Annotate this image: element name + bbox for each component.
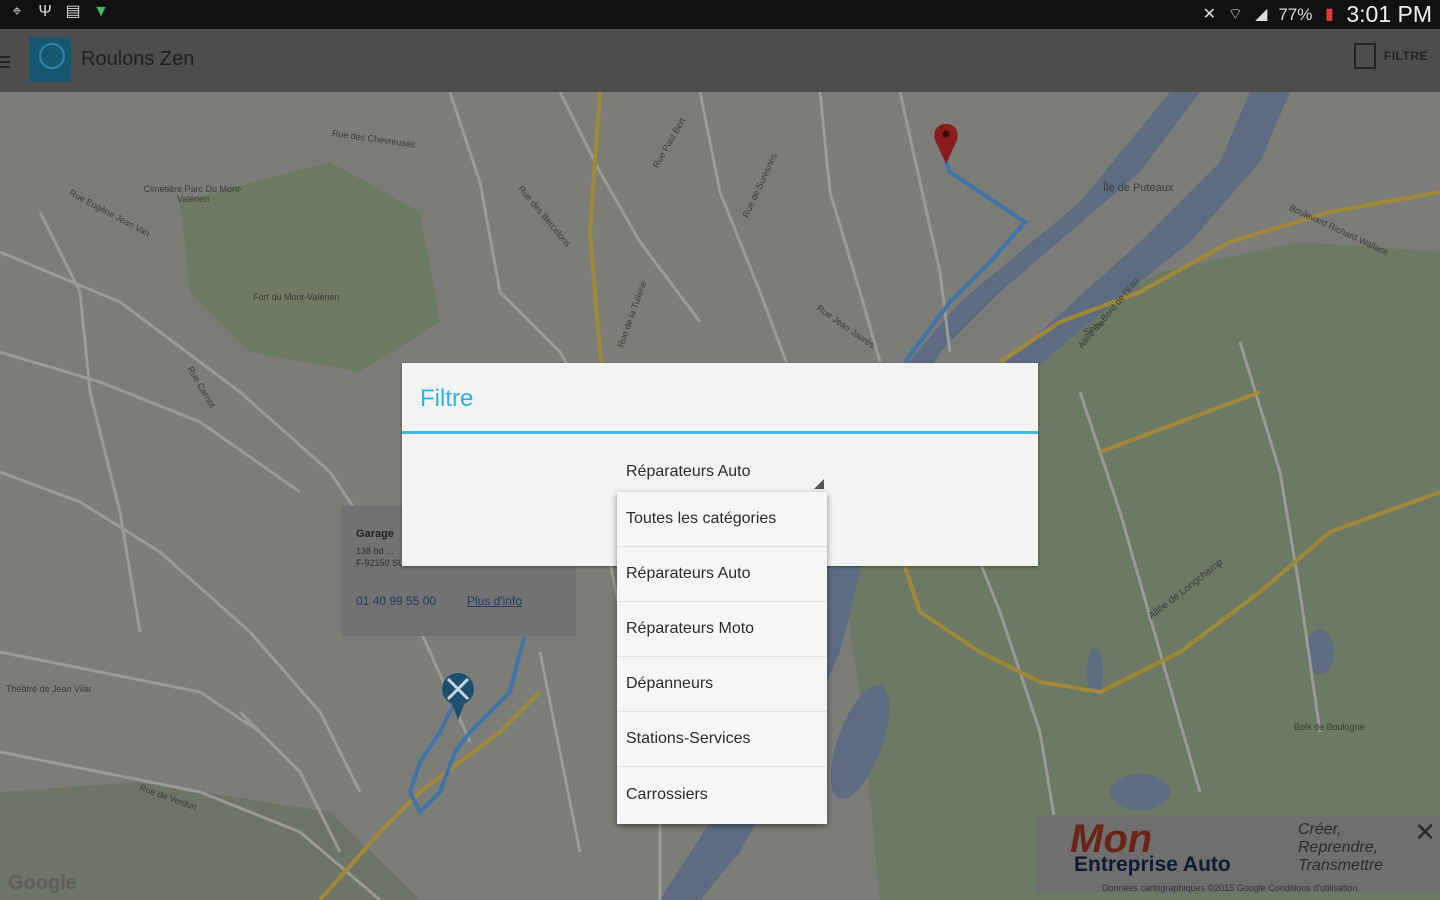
ad-slogan-line: Transmettre [1298,857,1384,874]
more-info-link[interactable]: Plus d'info [467,594,522,608]
dropdown-option-depanneurs[interactable]: Dépanneurs [617,657,827,712]
usb-icon: Ψ [38,3,52,20]
filter-button[interactable]: FILTRE [1353,43,1428,69]
garage-phone-link[interactable]: 01 40 99 55 00 [356,594,436,608]
app-action-bar: Roulons Zen FILTRE [0,29,1440,92]
battery-icon: ▮ [1324,5,1334,23]
category-spinner[interactable]: Réparateurs Auto [618,461,824,489]
map-label: Fort du Mont-Valérien [253,292,340,302]
spinner-selected-value: Réparateurs Auto [626,463,751,480]
drawer-menu-icon[interactable] [0,56,10,71]
dropdown-option-carrossiers[interactable]: Carrossiers [617,767,827,822]
filter-label: FILTRE [1383,49,1428,63]
app-logo-icon[interactable] [29,37,71,82]
gps-icon: ⌖ [12,3,22,20]
spinner-arrow-icon [814,479,824,489]
dropdown-option-stations-services[interactable]: Stations-Services [617,712,827,767]
cell-signal-icon: ◢ [1255,5,1268,23]
category-dropdown-list[interactable]: Toutes les catégories Réparateurs Auto R… [617,492,827,824]
map-label: Théâtre de Jean Vilar [6,684,92,694]
dialog-title: Filtre [420,385,474,412]
status-bar: ⌖ Ψ ▤ ▼ ✕ ⌔ ◢ 77% ▮ 3:01 PM [0,0,1440,29]
ad-brand-entreprise-auto: Entreprise Auto [1074,853,1231,876]
storage-icon: ▤ [65,3,81,20]
status-right: ✕ ⌔ ◢ 77% ▮ 3:01 PM [1200,1,1432,28]
dialog-title-divider [402,431,1038,434]
garage-address-line: 138 bd ... [356,546,394,556]
ad-slogan: Créer, Reprendre, Transmettre [1298,821,1383,875]
map-credit[interactable]: Données cartographiques ©2015 Google Con… [1102,883,1358,893]
dropdown-option-reparateurs-auto[interactable]: Réparateurs Auto [617,547,827,602]
ad-close-icon[interactable]: ✕ [1414,817,1436,848]
wifi-signal-icon: ⌔ [1227,5,1243,23]
wifi-icon: ▼ [93,3,109,20]
ad-banner[interactable]: Mon Entreprise Auto Créer, Reprendre, Tr… [1036,815,1440,893]
status-left-icons: ⌖ Ψ ▤ ▼ [8,3,110,21]
google-logo: Google [8,872,77,894]
ad-slogan-line: Créer, [1298,821,1342,838]
map-label: Cimetière Parc Du Mont-Valérien [143,184,243,204]
mute-icon: ✕ [1202,5,1217,23]
clock: 3:01 PM [1346,1,1432,27]
filter-icon [1353,43,1376,69]
map-label: Bois de Boulogne [1294,722,1365,732]
dropdown-option-reparateurs-moto[interactable]: Réparateurs Moto [617,602,827,657]
garage-title: Garage [356,528,394,540]
map-label: Île de Puteaux [1103,182,1174,194]
app-title: Roulons Zen [81,48,195,70]
ad-slogan-line: Reprendre, [1298,839,1379,856]
dropdown-option-toutes[interactable]: Toutes les catégories [617,492,827,547]
battery-percent: 77% [1278,4,1313,24]
